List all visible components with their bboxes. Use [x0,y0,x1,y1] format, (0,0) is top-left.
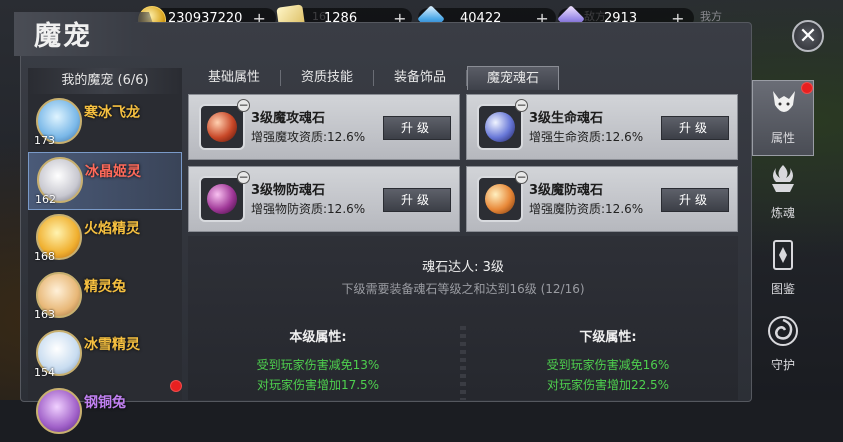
upgrade-button[interactable]: 升级 [661,188,729,212]
current-level-title: 本级属性: [289,330,347,345]
soul-stone-card: − 3级魔攻魂石 增强魔攻资质:12.6% 升级 [188,94,460,160]
close-button[interactable]: ✕ [792,20,824,52]
pet-avatar [36,388,82,434]
tab-soul-stones[interactable]: 魔宠魂石 [467,66,559,90]
pet-level: 154 [34,366,55,379]
close-icon: ✕ [798,23,818,49]
pet-item[interactable]: 钢铜兔 [28,384,182,442]
pet-level: 162 [35,193,56,206]
side-nav-refine-soul[interactable]: 炼魂 [752,156,814,232]
upgrade-button[interactable]: 升级 [383,116,451,140]
stone-description: 增强生命资质:12.6% [529,130,644,144]
stone-name: 3级物防魂石 [251,183,326,198]
tab-bar: 基础属性 资质技能 装备饰品 魔宠魂石 [188,66,559,90]
attribute-line: 对玩家伤害增加22.5% [546,378,670,392]
current-level-attributes: 本级属性: 受到玩家伤害减免13% 对玩家伤害增加17.5% [188,326,448,395]
stone-master-level: 魂石达人: 3级 [422,260,504,275]
notification-dot [801,82,813,94]
next-level-title: 下级属性: [579,330,637,345]
stone-description: 增强魔防资质:12.6% [529,202,644,216]
side-nav-guard[interactable]: 守护 [752,308,814,384]
stone-description: 增强物防资质:12.6% [251,202,366,216]
tab-aptitude-skills[interactable]: 资质技能 [281,66,373,90]
soul-stone-orb-icon [485,112,515,142]
pet-name: 冰雪精灵 [84,337,140,353]
attribute-line: 受到玩家伤害减免16% [546,358,670,372]
wolf-icon [773,91,795,112]
pet-name: 钢铜兔 [84,395,126,411]
remove-stone-button[interactable]: − [515,171,528,184]
soul-stone-orb-icon [207,112,237,142]
stone-name: 3级魔防魂石 [529,183,604,198]
soul-stone-info: 魂石达人: 3级 下级需要装备魂石等级之和达到16级 (12/16) 本级属性:… [188,236,738,400]
tab-basic-attributes[interactable]: 基础属性 [188,66,280,90]
attribute-line: 对玩家伤害增加17.5% [256,378,380,392]
swirl-icon [768,316,798,346]
remove-stone-button[interactable]: − [237,99,250,112]
pet-level: 168 [34,250,55,263]
notification-dot [170,380,182,392]
soul-stone-card: − 3级生命魂石 增强生命资质:12.6% 升级 [466,94,738,160]
pet-name: 精灵兔 [84,279,126,295]
next-level-attributes: 下级属性: 受到玩家伤害减免16% 对玩家伤害增加22.5% [478,326,738,395]
side-nav-label: 守护 [770,358,795,372]
pet-name: 火焰精灵 [84,221,140,237]
remove-stone-button[interactable]: − [515,99,528,112]
pet-name: 寒冰飞龙 [84,105,140,121]
pet-item[interactable]: 154 冰雪精灵 [28,326,182,384]
soul-stone-card: − 3级物防魂石 增强物防资质:12.6% 升级 [188,166,460,232]
pet-item[interactable]: 168 火焰精灵 [28,210,182,268]
side-nav-label: 图鉴 [770,282,795,296]
panel-title: 魔宠 [34,21,92,52]
flame-bowl-icon [772,165,794,192]
upgrade-button[interactable]: 升级 [383,188,451,212]
side-nav-codex[interactable]: 图鉴 [752,232,814,308]
upgrade-button[interactable]: 升级 [661,116,729,140]
stone-description: 增强魔攻资质:12.6% [251,130,366,144]
remove-stone-button[interactable]: − [237,171,250,184]
pet-list-header: 我的魔宠 (6/6) [28,68,182,94]
pet-item[interactable]: 163 精灵兔 [28,268,182,326]
stone-name: 3级生命魂石 [529,111,604,126]
soul-stone-orb-icon [485,184,515,214]
attribute-line: 受到玩家伤害减免13% [256,358,380,372]
divider [460,326,466,400]
pet-item[interactable]: 162 冰晶姬灵 [28,152,182,210]
pet-item[interactable]: 173 寒冰飞龙 [28,94,182,152]
next-level-requirement: 下级需要装备魂石等级之和达到16级 (12/16) [341,282,585,296]
soul-stone-card: − 3级魔防魂石 增强魔防资质:12.6% 升级 [466,166,738,232]
tab-equipment[interactable]: 装备饰品 [374,66,466,90]
soul-stone-orb-icon [207,184,237,214]
pet-level: 163 [34,308,55,321]
pet-list: 我的魔宠 (6/6) 173 寒冰飞龙 162 冰晶姬灵 168 火焰精灵 16… [28,68,182,434]
pet-name: 冰晶姬灵 [85,164,141,180]
side-nav: 属性 炼魂 图鉴 守护 [752,80,814,400]
pet-level: 173 [34,134,55,147]
soul-stone-grid: − 3级魔攻魂石 增强魔攻资质:12.6% 升级 − 3级生命魂石 增强生命资质… [188,94,738,234]
side-nav-label: 属性 [770,131,795,145]
stone-name: 3级魔攻魂石 [251,111,326,126]
card-icon [773,240,793,270]
side-nav-label: 炼魂 [770,206,795,220]
